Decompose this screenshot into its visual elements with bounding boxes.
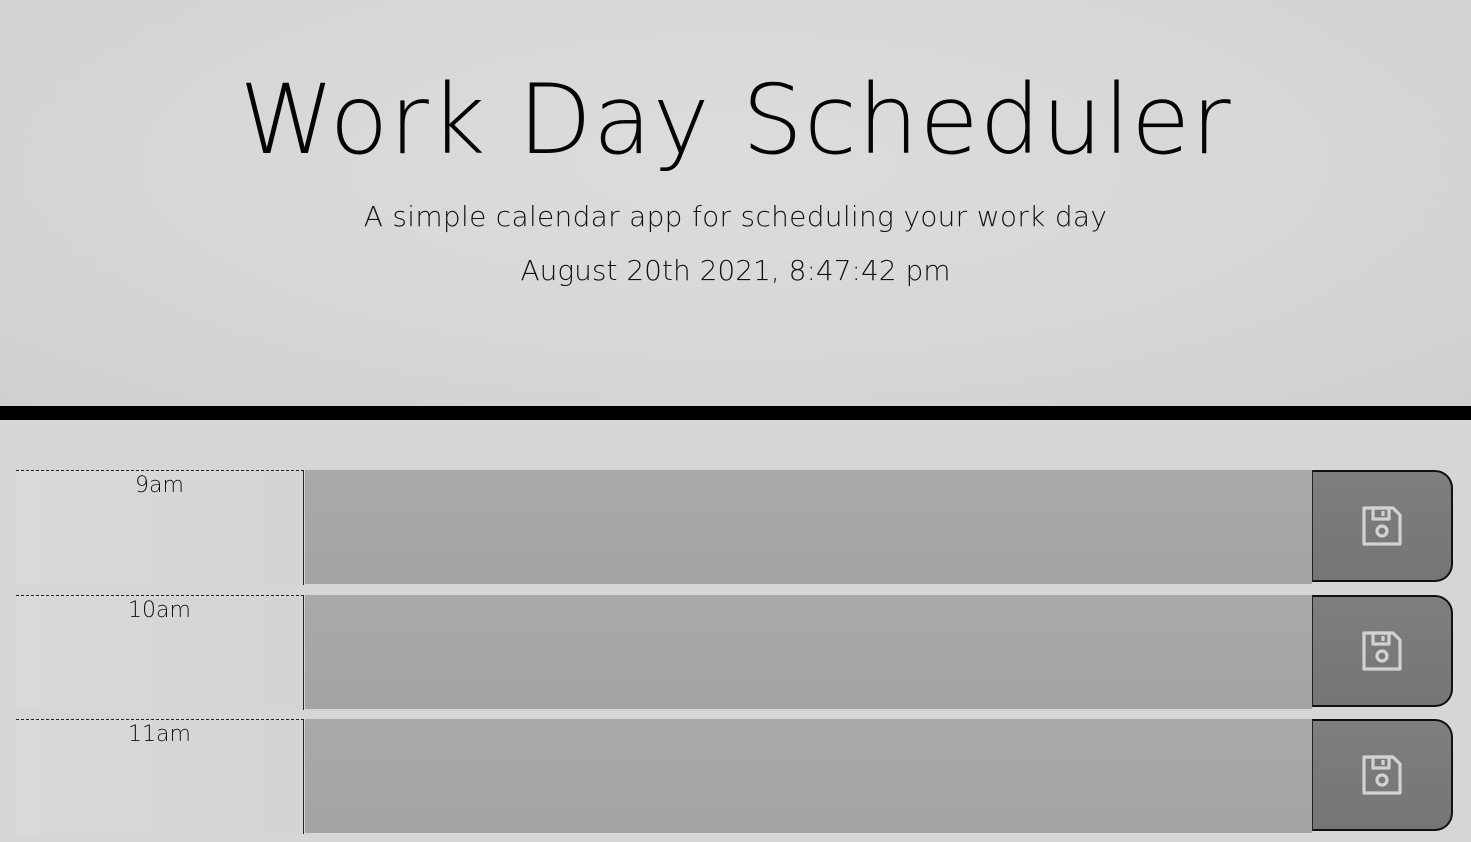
floppy-disk-icon (1362, 631, 1402, 671)
hour-label: 9am (16, 470, 304, 585)
time-block-container: 9am 10am 11am (0, 420, 1471, 842)
save-button[interactable] (1312, 470, 1453, 582)
hour-label-text: 9am (135, 473, 184, 498)
time-block-11am: 11am (16, 719, 1456, 835)
time-block-9am: 9am (16, 470, 1456, 586)
header-divider (0, 406, 1471, 420)
page-subtitle: A simple calendar app for scheduling you… (363, 200, 1108, 233)
floppy-disk-icon (1362, 506, 1402, 546)
event-description-input[interactable] (305, 470, 1312, 584)
hour-label-text: 11am (128, 722, 191, 747)
hour-label: 11am (16, 719, 304, 834)
event-description-input[interactable] (305, 595, 1312, 709)
time-block-10am: 10am (16, 595, 1456, 711)
hour-label-text: 10am (128, 598, 191, 623)
event-description-input[interactable] (305, 719, 1312, 833)
save-button[interactable] (1312, 719, 1453, 831)
save-button[interactable] (1312, 595, 1453, 707)
header-jumbotron: Work Day Scheduler A simple calendar app… (0, 0, 1471, 406)
current-date-time: August 20th 2021, 8:47:42 pm (520, 254, 951, 287)
page-title: Work Day Scheduler (239, 64, 1232, 176)
hour-label: 10am (16, 595, 304, 710)
floppy-disk-icon (1362, 755, 1402, 795)
